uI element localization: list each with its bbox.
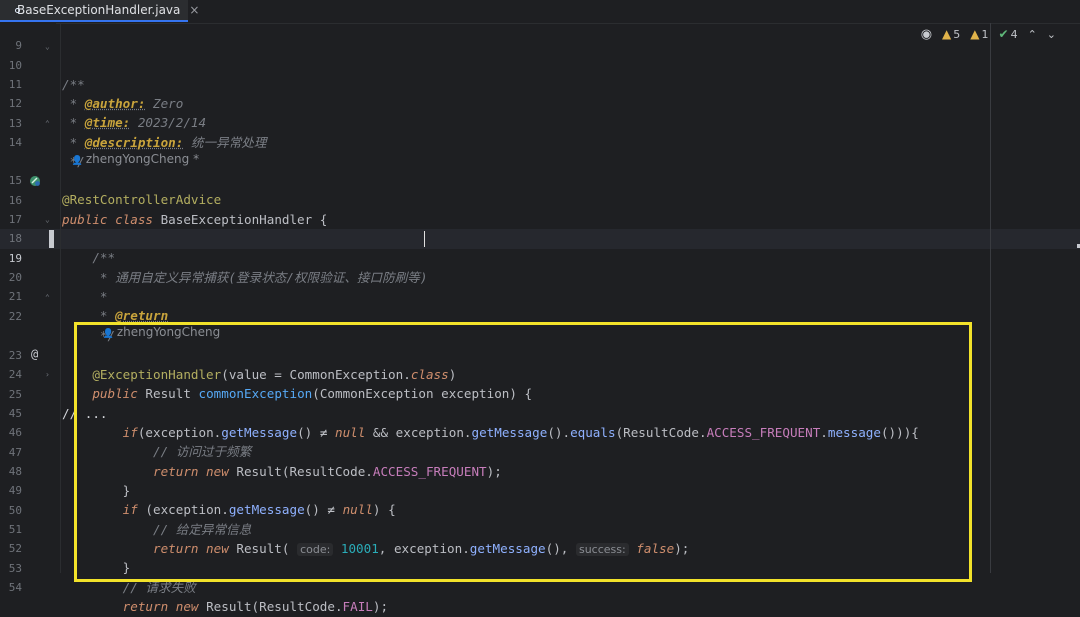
fold-marker-icon[interactable]: ⌄ — [45, 215, 50, 224]
code-line[interactable]: 20 * — [0, 248, 1080, 305]
code-line[interactable]: 47 return new Result(ResultCode.ACCESS_F… — [0, 423, 1080, 480]
tab-filename: BaseExceptionHandler.java — [17, 3, 181, 17]
code-line[interactable]: 48 } — [0, 442, 1080, 499]
code-line-current[interactable]: 19 * 通用自定义异常捕获(登录状态/权限验证、接口防刷等) — [0, 229, 1080, 286]
author-inlay-hint[interactable]: 👤 zhengYongCheng — [95, 308, 221, 339]
code-line[interactable]: 53 // 请求失败 — [0, 539, 1080, 596]
code-line[interactable]: 51 return new Result( code: 10001, excep… — [0, 500, 1080, 556]
code-line[interactable]: 12 * @time: 2023/2/14 — [0, 74, 1080, 131]
code-line[interactable]: 54 return new Result(ResultCode.FAIL); — [0, 558, 1080, 615]
code-line[interactable]: 10 /** — [0, 36, 1080, 93]
code-line[interactable]: 21 * @return — [0, 267, 1080, 324]
line-number: 54 — [8, 580, 22, 594]
code-text: // 请求失败 — [62, 580, 196, 595]
code-line[interactable]: 13 * @description: 统一异常处理 — [0, 94, 1080, 151]
code-line[interactable]: 46 // 访问过于频繁 — [0, 403, 1080, 460]
code-line[interactable]: 50 // 给定异常信息 — [0, 481, 1080, 538]
code-text: return new Result(ResultCode.FAIL); — [62, 599, 389, 614]
code-line[interactable]: 25 // ... — [0, 365, 1080, 422]
code-line[interactable]: 11 * @author: Zero — [0, 55, 1080, 112]
fold-marker-icon[interactable]: ⌃ — [45, 293, 50, 302]
code-line[interactable]: 45 if(exception.getMessage() ≠ null && e… — [0, 384, 1080, 441]
code-line[interactable]: 49 if (exception.getMessage() ≠ null) { — [0, 461, 1080, 518]
code-line[interactable]: 52 } — [0, 519, 1080, 576]
line-number: 14 — [8, 135, 22, 149]
code-line[interactable]: 18 /** — [0, 209, 1080, 266]
code-line[interactable]: 23 @ExceptionHandler(value = CommonExcep… — [0, 326, 1080, 383]
fold-marker-icon[interactable]: ⌄ — [45, 42, 50, 51]
code-line[interactable]: 15 @RestControllerAdvice — [0, 151, 1080, 208]
close-icon[interactable]: × — [189, 3, 199, 17]
code-line[interactable]: 22 */ — [0, 287, 1080, 344]
code-line[interactable]: 17 — [0, 190, 1080, 226]
code-line[interactable]: 9 — [0, 16, 1080, 52]
code-line[interactable]: 24 public Result commonException(CommonE… — [0, 345, 1080, 402]
fold-marker-icon[interactable]: › — [45, 370, 50, 379]
code-line[interactable]: 16 public class BaseExceptionHandler { — [0, 171, 1080, 228]
author-inlay-hint[interactable]: 👤 zhengYongCheng * — [64, 135, 199, 166]
line-number: 22 — [8, 309, 22, 323]
fold-marker-icon[interactable]: ⌃ — [45, 119, 50, 128]
text-caret — [424, 231, 425, 247]
code-line[interactable]: 14 */ — [0, 113, 1080, 170]
